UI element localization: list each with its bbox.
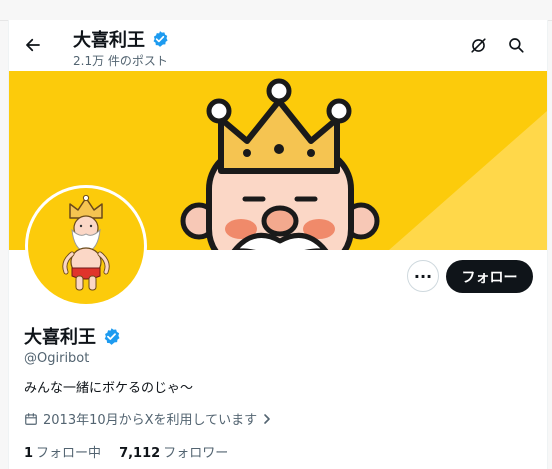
following-label: フォロー中 <box>36 446 102 461</box>
header-title: 大喜利王 <box>73 26 169 52</box>
follow-stats: 1 フォロー中 7,112 フォロワー <box>24 442 228 461</box>
following-stat[interactable]: 1 フォロー中 <box>24 442 101 461</box>
followers-stat[interactable]: 7,112 フォロワー <box>119 442 228 461</box>
avatar-image <box>28 188 144 304</box>
profile-display-name: 大喜利王 <box>24 327 96 348</box>
follow-button[interactable]: フォロー <box>446 260 533 293</box>
avatar[interactable] <box>25 185 147 307</box>
back-button[interactable] <box>19 31 47 59</box>
avatar-king-illustration <box>62 194 110 291</box>
search-button[interactable] <box>502 31 530 59</box>
join-date-text: 2013年10月からXを利用しています <box>43 413 258 428</box>
grok-button[interactable] <box>464 31 492 59</box>
join-date[interactable]: 2013年10月からXを利用しています <box>24 409 272 428</box>
following-count: 1 <box>24 446 34 461</box>
verified-badge-icon[interactable] <box>102 327 121 346</box>
followers-label: フォロワー <box>163 446 229 461</box>
chevron-right-icon <box>264 413 270 424</box>
header-name: 大喜利王 <box>73 30 145 51</box>
browser-top-strip <box>0 0 552 21</box>
profile-bio: みんな一緒にボケるのじゃ～ <box>24 381 194 396</box>
post-count: 2.1万 件のポスト <box>73 54 168 68</box>
profile-handle: @Ogiribot <box>24 351 90 366</box>
search-icon <box>509 38 524 53</box>
more-options-button[interactable]: ··· <box>407 260 439 292</box>
calendar-icon <box>25 412 37 425</box>
followers-count: 7,112 <box>119 446 161 461</box>
grok-icon <box>470 37 486 53</box>
arrow-left-icon <box>26 38 40 52</box>
verified-badge-icon <box>153 31 168 47</box>
profile-header: 大喜利王 2.1万 件のポスト <box>9 20 547 70</box>
profile-page: 大喜利王 2.1万 件のポスト ··· フォロー 大喜利王 @Ogiribot … <box>8 20 548 469</box>
profile-name: 大喜利王 <box>24 323 121 349</box>
